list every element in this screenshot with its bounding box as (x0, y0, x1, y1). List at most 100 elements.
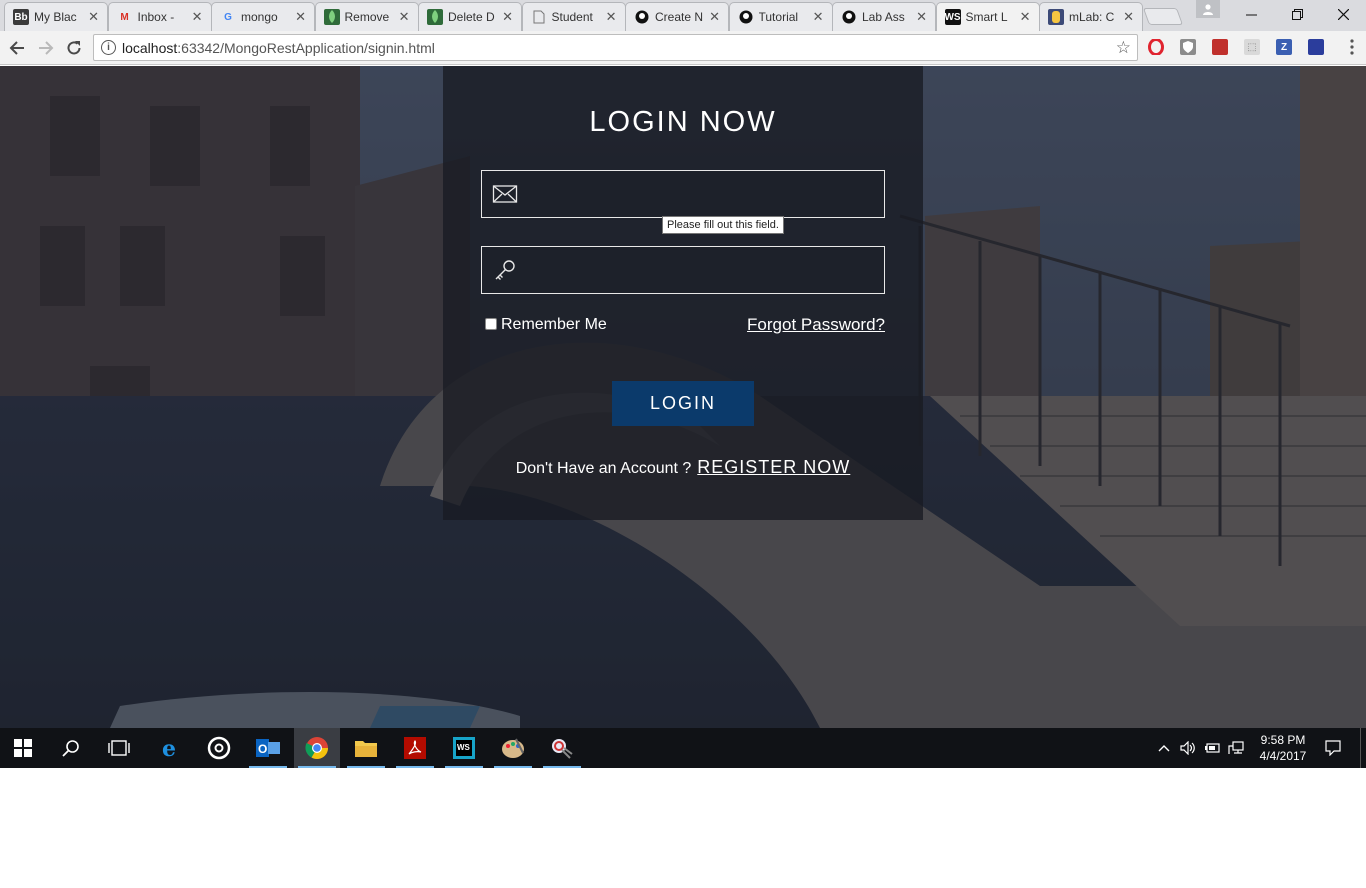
url-text[interactable]: localhost:63342/MongoRestApplication/sig… (122, 40, 435, 56)
tab-close-icon[interactable]: ✕ (192, 9, 203, 25)
browser-tab[interactable]: M Inbox - ✕ (107, 2, 212, 31)
svg-text:O: O (258, 742, 267, 756)
running-indicator (298, 766, 336, 768)
login-button[interactable]: LOGIN (612, 381, 754, 426)
browser-tab[interactable]: Student ✕ (521, 2, 626, 31)
remember-me-label: Remember Me (501, 316, 607, 333)
taskbar-file-explorer[interactable] (343, 728, 389, 768)
browser-tab[interactable]: Tutorial ✕ (728, 2, 833, 31)
url-path: :63342/MongoRestApplication/signin.html (177, 40, 435, 56)
password-input[interactable] (530, 255, 870, 285)
zotero-extension-icon[interactable]: Z (1276, 39, 1292, 55)
browser-tab[interactable]: mLab: C ✕ (1039, 2, 1143, 31)
register-now-link[interactable]: REGISTER NOW (697, 457, 850, 477)
restore-icon (1291, 8, 1303, 20)
password-field[interactable] (481, 246, 885, 294)
person-icon (1203, 4, 1213, 15)
taskbar-snipping-tool[interactable] (539, 728, 585, 768)
tab-close-icon[interactable]: ✕ (295, 9, 306, 25)
clock[interactable]: 9:58 PM 4/4/2017 (1252, 732, 1314, 764)
show-desktop-button[interactable] (1360, 728, 1366, 768)
remember-me-checkbox[interactable] (485, 318, 497, 330)
tab-title: mLab: C (1069, 10, 1115, 24)
browser-tab[interactable]: Bb My Blac ✕ (4, 2, 108, 31)
browser-tab[interactable]: Gmongo ✕ (211, 2, 315, 31)
acrobat-icon (404, 737, 426, 759)
taskbar-groove[interactable] (196, 728, 242, 768)
browser-tab[interactable]: Create N ✕ (625, 2, 729, 31)
webstorm-icon: WS (944, 9, 961, 25)
running-indicator (494, 766, 532, 768)
forgot-password-link[interactable]: Forgot Password? (747, 315, 885, 335)
tab-title: Create N (655, 10, 704, 24)
tab-title: Lab Ass (862, 10, 905, 24)
reload-button[interactable] (62, 36, 86, 60)
minimize-button[interactable] (1228, 0, 1274, 28)
new-tab-button[interactable] (1142, 8, 1184, 25)
document-icon (531, 9, 547, 25)
volume-button[interactable] (1178, 728, 1198, 768)
taskbar-outlook[interactable]: O (245, 728, 291, 768)
forward-button[interactable] (34, 36, 58, 60)
tab-title: My Blac (34, 10, 77, 24)
browser-tab[interactable]: Remove ✕ (314, 2, 419, 31)
flag-extension-icon[interactable] (1308, 39, 1324, 55)
taskbar-acrobat[interactable] (392, 728, 438, 768)
chevron-up-icon (1158, 745, 1170, 752)
taskbar-edge[interactable]: e (148, 728, 194, 768)
action-center-button[interactable] (1320, 728, 1346, 768)
mongodb-leaf-icon (323, 9, 340, 25)
register-row: Don't Have an Account ? REGISTER NOW (443, 457, 923, 478)
start-button[interactable] (0, 728, 46, 768)
chrome-menu-icon[interactable] (1344, 39, 1360, 57)
tab-close-icon[interactable]: ✕ (813, 9, 824, 25)
browser-tab[interactable]: Lab Ass ✕ (832, 2, 936, 31)
taskbar-chrome[interactable] (294, 728, 340, 768)
back-button[interactable] (5, 36, 29, 60)
shield-icon (1183, 41, 1193, 53)
tab-close-icon[interactable]: ✕ (709, 9, 720, 25)
running-indicator (347, 766, 385, 768)
profile-button[interactable] (1196, 0, 1220, 18)
opera-extension-icon[interactable] (1148, 39, 1164, 55)
taskbar-paint[interactable] (490, 728, 536, 768)
email-input[interactable] (530, 179, 870, 209)
paint-palette-icon (502, 738, 524, 758)
tab-close-icon[interactable]: ✕ (916, 9, 927, 25)
close-icon (1337, 8, 1349, 20)
ie-icon: e (162, 736, 176, 760)
show-hidden-icons-button[interactable] (1154, 728, 1174, 768)
battery-button[interactable] (1202, 728, 1222, 768)
tab-close-icon[interactable]: ✕ (88, 9, 99, 25)
email-field[interactable] (481, 170, 885, 218)
tab-close-icon[interactable]: ✕ (606, 9, 617, 25)
tab-close-icon[interactable]: ✕ (399, 9, 410, 25)
network-button[interactable] (1226, 728, 1246, 768)
clock-time: 9:58 PM (1260, 733, 1306, 747)
google-icon: G (224, 11, 232, 23)
tab-strip: Bb My Blac ✕ M Inbox - ✕ Gmongo ✕ Remove ✕ Delete … (0, 0, 1366, 32)
bookmark-star-icon[interactable]: ☆ (1116, 38, 1131, 58)
running-indicator (249, 766, 287, 768)
search-button[interactable] (48, 728, 94, 768)
restore-button[interactable] (1274, 0, 1320, 28)
shield-extension-icon[interactable] (1180, 39, 1196, 55)
address-bar[interactable]: i localhost:63342/MongoRestApplication/s… (93, 34, 1138, 61)
mongodb-leaf-icon (427, 9, 443, 25)
no-account-text: Don't Have an Account ? (515, 460, 692, 477)
tab-close-icon[interactable]: ✕ (1123, 9, 1134, 25)
browser-tab[interactable]: Delete D ✕ (418, 2, 522, 31)
browser-tab[interactable]: WS Smart L ✕ (935, 2, 1040, 32)
close-window-button[interactable] (1320, 0, 1366, 28)
tab-close-icon[interactable]: ✕ (502, 9, 513, 25)
running-indicator (396, 766, 434, 768)
pdf-extension-icon[interactable]: ⬚ (1244, 39, 1260, 55)
page-viewport: LOGIN NOW Please fill out this field. Re… (0, 66, 1366, 728)
minimize-icon (1245, 14, 1257, 15)
info-icon[interactable]: i (101, 40, 116, 55)
blackboard-icon: Bb (13, 9, 29, 25)
tab-close-icon[interactable]: ✕ (1020, 9, 1031, 25)
bookmark-extension-icon[interactable] (1212, 39, 1228, 55)
taskbar-webstorm[interactable]: WS (441, 728, 487, 768)
task-view-button[interactable] (96, 728, 142, 768)
